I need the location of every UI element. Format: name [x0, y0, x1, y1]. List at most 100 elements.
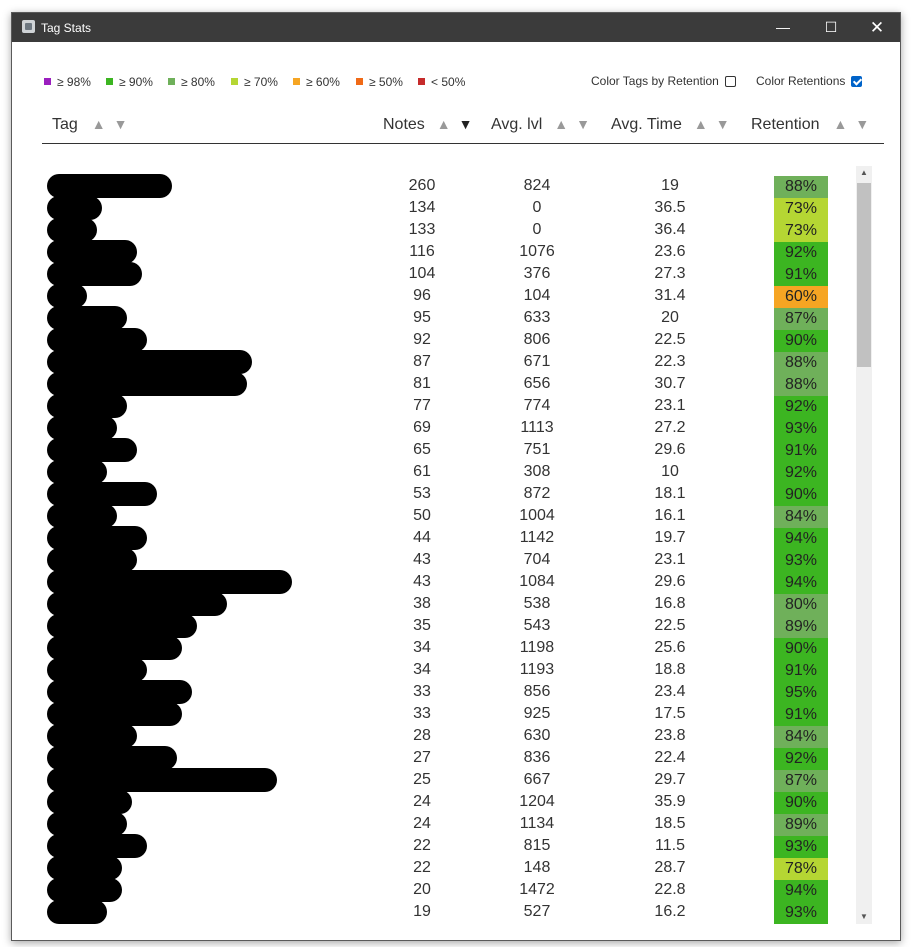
- retention-cell: 88%: [774, 352, 828, 374]
- retention-cell: 89%: [774, 814, 828, 836]
- notes-cell: 35: [413, 617, 431, 634]
- color-tags-option[interactable]: Color Tags by Retention: [591, 74, 736, 88]
- vertical-scrollbar[interactable]: ▲ ▼: [856, 166, 872, 924]
- avg-time-cell: 30.7: [654, 375, 686, 392]
- table-row[interactable]: 77 774 23.1 92%: [42, 394, 862, 418]
- table-row[interactable]: 65 751 29.6 91%: [42, 438, 862, 462]
- avg-time-cell: 22.4: [654, 749, 686, 766]
- retention-cell: 90%: [774, 484, 828, 506]
- notes-cell: 87: [413, 353, 431, 370]
- avg-time-cell: 17.5: [654, 705, 686, 722]
- notes-cell: 53: [413, 485, 431, 502]
- table-row[interactable]: 133 0 36.4 73%: [42, 218, 862, 242]
- table-row[interactable]: 20 1472 22.8 94%: [42, 878, 862, 902]
- table-row[interactable]: 19 527 16.2 93%: [42, 900, 862, 924]
- scrollbar-thumb[interactable]: [857, 183, 871, 367]
- retention-cell: 94%: [774, 880, 828, 902]
- table-row[interactable]: 87 671 22.3 88%: [42, 350, 862, 374]
- table-row[interactable]: 96 104 31.4 60%: [42, 284, 862, 308]
- table-row[interactable]: 134 0 36.5 73%: [42, 196, 862, 220]
- table-row[interactable]: 22 148 28.7 78%: [42, 856, 862, 880]
- sort-asc-icon[interactable]: ▲: [694, 116, 708, 132]
- table-row[interactable]: 81 656 30.7 88%: [42, 372, 862, 396]
- retention-cell: 80%: [774, 594, 828, 616]
- sort-asc-icon[interactable]: ▲: [834, 116, 848, 132]
- retention-cell: 73%: [774, 220, 828, 242]
- sort-asc-icon[interactable]: ▲: [437, 116, 451, 132]
- column-header-avg-time[interactable]: Avg. Time ▲ ▼: [611, 116, 730, 134]
- table-row[interactable]: 50 1004 16.1 84%: [42, 504, 862, 528]
- table-row[interactable]: 34 1193 18.8 91%: [42, 658, 862, 682]
- avg-time-cell: 22.3: [654, 353, 686, 370]
- retention-cell: 78%: [774, 858, 828, 880]
- sort-desc-icon[interactable]: ▼: [855, 116, 869, 132]
- legend-label: ≥ 90%: [119, 75, 153, 89]
- table-row[interactable]: 43 704 23.1 93%: [42, 548, 862, 572]
- table-row[interactable]: 92 806 22.5 90%: [42, 328, 862, 352]
- column-header-notes[interactable]: Notes ▲ ▼: [383, 116, 473, 134]
- table-row[interactable]: 34 1198 25.6 90%: [42, 636, 862, 660]
- table-row[interactable]: 35 543 22.5 89%: [42, 614, 862, 638]
- sort-asc-icon[interactable]: ▲: [92, 116, 106, 132]
- table-row[interactable]: 116 1076 23.6 92%: [42, 240, 862, 264]
- retention-cell: 89%: [774, 616, 828, 638]
- avg-time-cell: 23.4: [654, 683, 686, 700]
- table-row[interactable]: 104 376 27.3 91%: [42, 262, 862, 286]
- redacted-tag-name: [47, 746, 177, 770]
- avg-lvl-cell: 815: [523, 837, 551, 854]
- table-row[interactable]: 27 836 22.4 92%: [42, 746, 862, 770]
- color-retentions-checkbox[interactable]: [851, 76, 863, 87]
- notes-cell: 104: [408, 265, 436, 282]
- table-row[interactable]: 33 856 23.4 95%: [42, 680, 862, 704]
- table-row[interactable]: 95 633 20 87%: [42, 306, 862, 330]
- retention-cell: 95%: [774, 682, 828, 704]
- column-header-avg-lvl[interactable]: Avg. lvl ▲ ▼: [491, 116, 590, 134]
- scroll-down-icon[interactable]: ▼: [856, 910, 872, 924]
- retention-cell: 90%: [774, 638, 828, 660]
- notes-cell: 38: [413, 595, 431, 612]
- table-row[interactable]: 25 667 29.7 87%: [42, 768, 862, 792]
- avg-lvl-cell: 872: [523, 485, 551, 502]
- retention-cell: 73%: [774, 198, 828, 220]
- maximize-icon[interactable]: ☐: [808, 13, 854, 42]
- legend-item: ≥ 80%: [168, 75, 215, 89]
- table-row[interactable]: 53 872 18.1 90%: [42, 482, 862, 506]
- column-header-retention[interactable]: Retention ▲ ▼: [751, 116, 869, 134]
- table-row[interactable]: 28 630 23.8 84%: [42, 724, 862, 748]
- legend-label: ≥ 80%: [181, 75, 215, 89]
- avg-lvl-cell: 0: [532, 221, 542, 238]
- redacted-tag-name: [47, 174, 172, 198]
- table-row[interactable]: 44 1142 19.7 94%: [42, 526, 862, 550]
- color-retentions-option[interactable]: Color Retentions: [756, 74, 863, 88]
- sort-desc-icon[interactable]: ▼: [114, 116, 128, 132]
- retention-cell: 94%: [774, 572, 828, 594]
- table-row[interactable]: 22 815 11.5 93%: [42, 834, 862, 858]
- retention-cell: 92%: [774, 748, 828, 770]
- table-row[interactable]: 24 1134 18.5 89%: [42, 812, 862, 836]
- sort-desc-icon[interactable]: ▼: [716, 116, 730, 132]
- scroll-up-icon[interactable]: ▲: [856, 166, 872, 180]
- table-row[interactable]: 38 538 16.8 80%: [42, 592, 862, 616]
- close-icon[interactable]: ✕: [854, 13, 900, 42]
- minimize-icon[interactable]: —: [760, 13, 806, 42]
- table-row[interactable]: 43 1084 29.6 94%: [42, 570, 862, 594]
- table-row[interactable]: 33 925 17.5 91%: [42, 702, 862, 726]
- table-row[interactable]: 69 1113 27.2 93%: [42, 416, 862, 440]
- notes-cell: 20: [413, 881, 431, 898]
- avg-lvl-cell: 538: [523, 595, 551, 612]
- sort-desc-icon[interactable]: ▼: [576, 116, 590, 132]
- sort-desc-icon[interactable]: ▼: [459, 116, 473, 132]
- title-bar[interactable]: Tag Stats — ☐ ✕: [12, 13, 900, 42]
- table-row[interactable]: 61 308 10 92%: [42, 460, 862, 484]
- table-row[interactable]: 260 824 19 88%: [42, 174, 862, 198]
- sort-asc-icon[interactable]: ▲: [554, 116, 568, 132]
- table-row[interactable]: 24 1204 35.9 90%: [42, 790, 862, 814]
- notes-cell: 81: [413, 375, 431, 392]
- notes-cell: 96: [413, 287, 431, 304]
- tag-stats-table-body: 260 824 19 88% 134 0 36.5 73% 133 0 36.4 73% 116 1076…: [42, 174, 862, 924]
- column-header-tag[interactable]: Tag ▲ ▼: [52, 116, 128, 134]
- avg-time-cell: 10: [661, 463, 679, 480]
- color-tags-checkbox[interactable]: [724, 76, 736, 87]
- avg-lvl-cell: 671: [523, 353, 551, 370]
- notes-cell: 69: [413, 419, 431, 436]
